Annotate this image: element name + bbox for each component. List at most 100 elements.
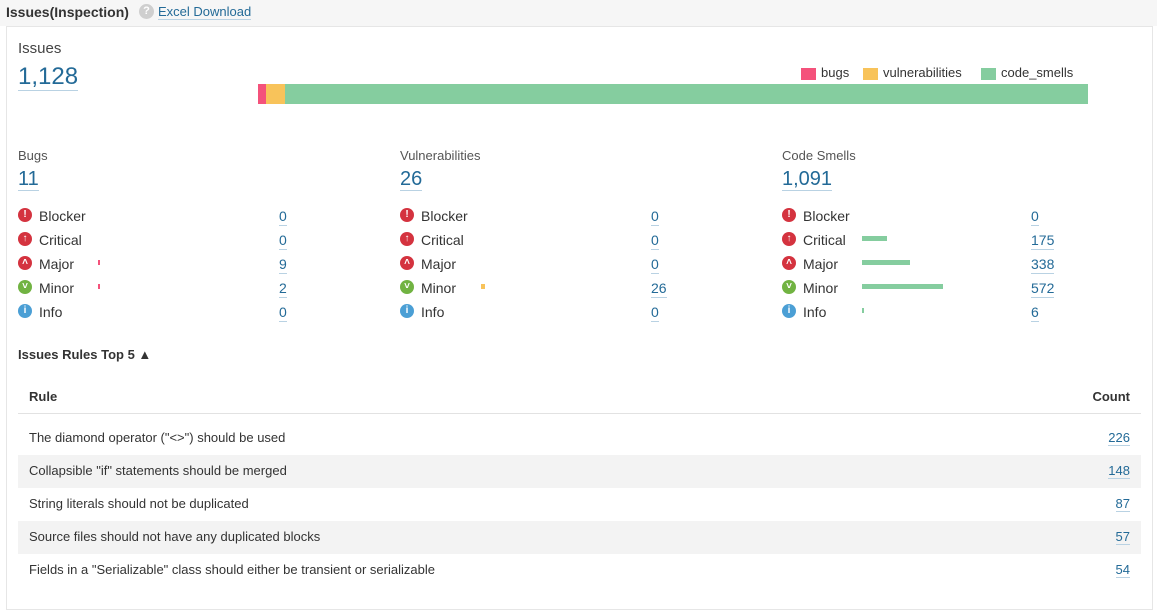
down-chevron-circle-icon: ˅: [782, 280, 796, 294]
rule-name: Collapsible "if" statements should be me…: [29, 463, 287, 478]
severity-count-link[interactable]: 9: [279, 255, 287, 274]
severity-count-link[interactable]: 0: [651, 207, 659, 226]
severity-count-link[interactable]: 0: [279, 207, 287, 226]
severity-count-link[interactable]: 338: [1031, 255, 1055, 274]
legend-bugs-label: bugs: [821, 65, 850, 80]
severity-label: Major: [803, 256, 839, 272]
severity-row-minor: ˅ Minor 26: [400, 279, 760, 298]
rule-count-link[interactable]: 57: [1115, 529, 1130, 545]
severity-label: Info: [421, 304, 445, 320]
rule-name: Source files should not have any duplica…: [29, 529, 321, 544]
severity-bar: [481, 284, 485, 289]
severity-count-link[interactable]: 6: [1031, 303, 1039, 322]
stack-segment-code-smells[interactable]: [285, 84, 1088, 104]
question-icon[interactable]: ?: [139, 4, 154, 19]
severity-label: Critical: [39, 232, 82, 248]
severity-label: Minor: [803, 280, 839, 296]
severity-row-blocker: ! Blocker 0: [782, 207, 1142, 226]
severity-count-link[interactable]: 572: [1031, 279, 1055, 298]
legend-code-smells-label: code_smells: [1001, 65, 1074, 80]
exclamation-circle-icon: !: [400, 208, 414, 222]
stack-segment-bugs[interactable]: [258, 84, 267, 104]
column-header-rule: Rule: [29, 389, 58, 404]
table-row: String literals should not be duplicated…: [18, 488, 1141, 521]
column-title-vulnerabilities: Vulnerabilities: [400, 148, 481, 163]
severity-bar: [862, 260, 910, 265]
legend-vulnerabilities-swatch: [863, 68, 878, 80]
legend-vulnerabilities-label: vulnerabilities: [883, 65, 962, 80]
rule-name: The diamond operator ("<>") should be us…: [29, 430, 286, 445]
excel-download-link[interactable]: Excel Download: [158, 5, 252, 20]
severity-label: Info: [803, 304, 827, 320]
severity-row-critical: ↑ Critical 175: [782, 231, 1142, 250]
rule-count-link[interactable]: 87: [1115, 496, 1130, 512]
severity-row-minor: ˅ Minor 572: [782, 279, 1142, 298]
severity-row-critical: ↑ Critical 0: [400, 231, 760, 250]
column-title-code-smells: Code Smells: [782, 148, 856, 163]
info-circle-icon: i: [400, 304, 414, 318]
severity-row-major: ˄ Major 338: [782, 255, 1142, 274]
rule-count-link[interactable]: 54: [1115, 562, 1130, 578]
stack-segment-vulnerabilities[interactable]: [266, 84, 286, 104]
up-chevron-circle-icon: ˄: [400, 256, 414, 270]
severity-count-link[interactable]: 0: [1031, 207, 1039, 226]
severity-row-info: i Info 0: [400, 303, 760, 322]
severity-count-link[interactable]: 175: [1031, 231, 1055, 250]
double-up-arrow-circle-icon: ↑: [400, 232, 414, 246]
severity-bar: [862, 236, 887, 241]
severity-label: Critical: [803, 232, 846, 248]
exclamation-circle-icon: !: [782, 208, 796, 222]
severity-label: Major: [421, 256, 457, 272]
severity-row-major: ˄ Major 9: [18, 255, 378, 274]
legend-code-smells-swatch: [981, 68, 996, 80]
severity-row-blocker: ! Blocker 0: [400, 207, 760, 226]
severity-label: Critical: [421, 232, 464, 248]
severity-label: Info: [39, 304, 63, 320]
severity-label: Major: [39, 256, 75, 272]
column-count-bugs[interactable]: 11: [18, 168, 39, 191]
down-chevron-circle-icon: ˅: [18, 280, 32, 294]
table-header: Rule Count: [18, 380, 1141, 414]
column-title-bugs: Bugs: [18, 148, 48, 163]
issues-label: Issues: [18, 40, 62, 57]
severity-row-major: ˄ Major 0: [400, 255, 760, 274]
severity-row-info: i Info 0: [18, 303, 378, 322]
issues-total[interactable]: 1,128: [18, 64, 79, 91]
info-circle-icon: i: [782, 304, 796, 318]
severity-row-info: i Info 6: [782, 303, 1142, 322]
top-rules-table: Rule Count The diamond operator ("<>") s…: [18, 380, 1141, 587]
column-header-count: Count: [1092, 389, 1130, 404]
severity-label: Blocker: [39, 208, 86, 224]
rule-count-link[interactable]: 226: [1108, 430, 1130, 446]
double-up-arrow-circle-icon: ↑: [18, 232, 32, 246]
severity-bar: [862, 284, 943, 289]
severity-bar: [862, 308, 864, 313]
severity-count-link[interactable]: 0: [279, 303, 287, 322]
rule-name: String literals should not be duplicated: [29, 496, 249, 511]
severity-label: Minor: [39, 280, 75, 296]
severity-count-link[interactable]: 0: [651, 231, 659, 250]
column-count-vulnerabilities[interactable]: 26: [400, 168, 423, 191]
table-row: Source files should not have any duplica…: [18, 521, 1141, 554]
column-count-code-smells[interactable]: 1,091: [782, 168, 833, 191]
table-row: The diamond operator ("<>") should be us…: [18, 422, 1141, 455]
severity-count-link[interactable]: 0: [651, 255, 659, 274]
up-chevron-circle-icon: ˄: [782, 256, 796, 270]
info-circle-icon: i: [18, 304, 32, 318]
double-up-arrow-circle-icon: ↑: [782, 232, 796, 246]
severity-row-minor: ˅ Minor 2: [18, 279, 378, 298]
severity-label: Minor: [421, 280, 457, 296]
legend: bugs vulnerabilities code_smells: [801, 66, 1091, 80]
severity-count-link[interactable]: 0: [279, 231, 287, 250]
legend-bugs-swatch: [801, 68, 816, 80]
issues-stacked-bar: [258, 84, 1088, 104]
severity-count-link[interactable]: 0: [651, 303, 659, 322]
severity-label: Blocker: [421, 208, 468, 224]
rule-count-link[interactable]: 148: [1108, 463, 1130, 479]
severity-row-blocker: ! Blocker 0: [18, 207, 378, 226]
severity-bar: [98, 284, 100, 289]
severity-count-link[interactable]: 26: [651, 279, 667, 298]
severity-count-link[interactable]: 2: [279, 279, 287, 298]
page-title: Issues(Inspection): [6, 4, 129, 20]
top-rules-toggle[interactable]: Issues Rules Top 5 ▲: [18, 347, 151, 362]
